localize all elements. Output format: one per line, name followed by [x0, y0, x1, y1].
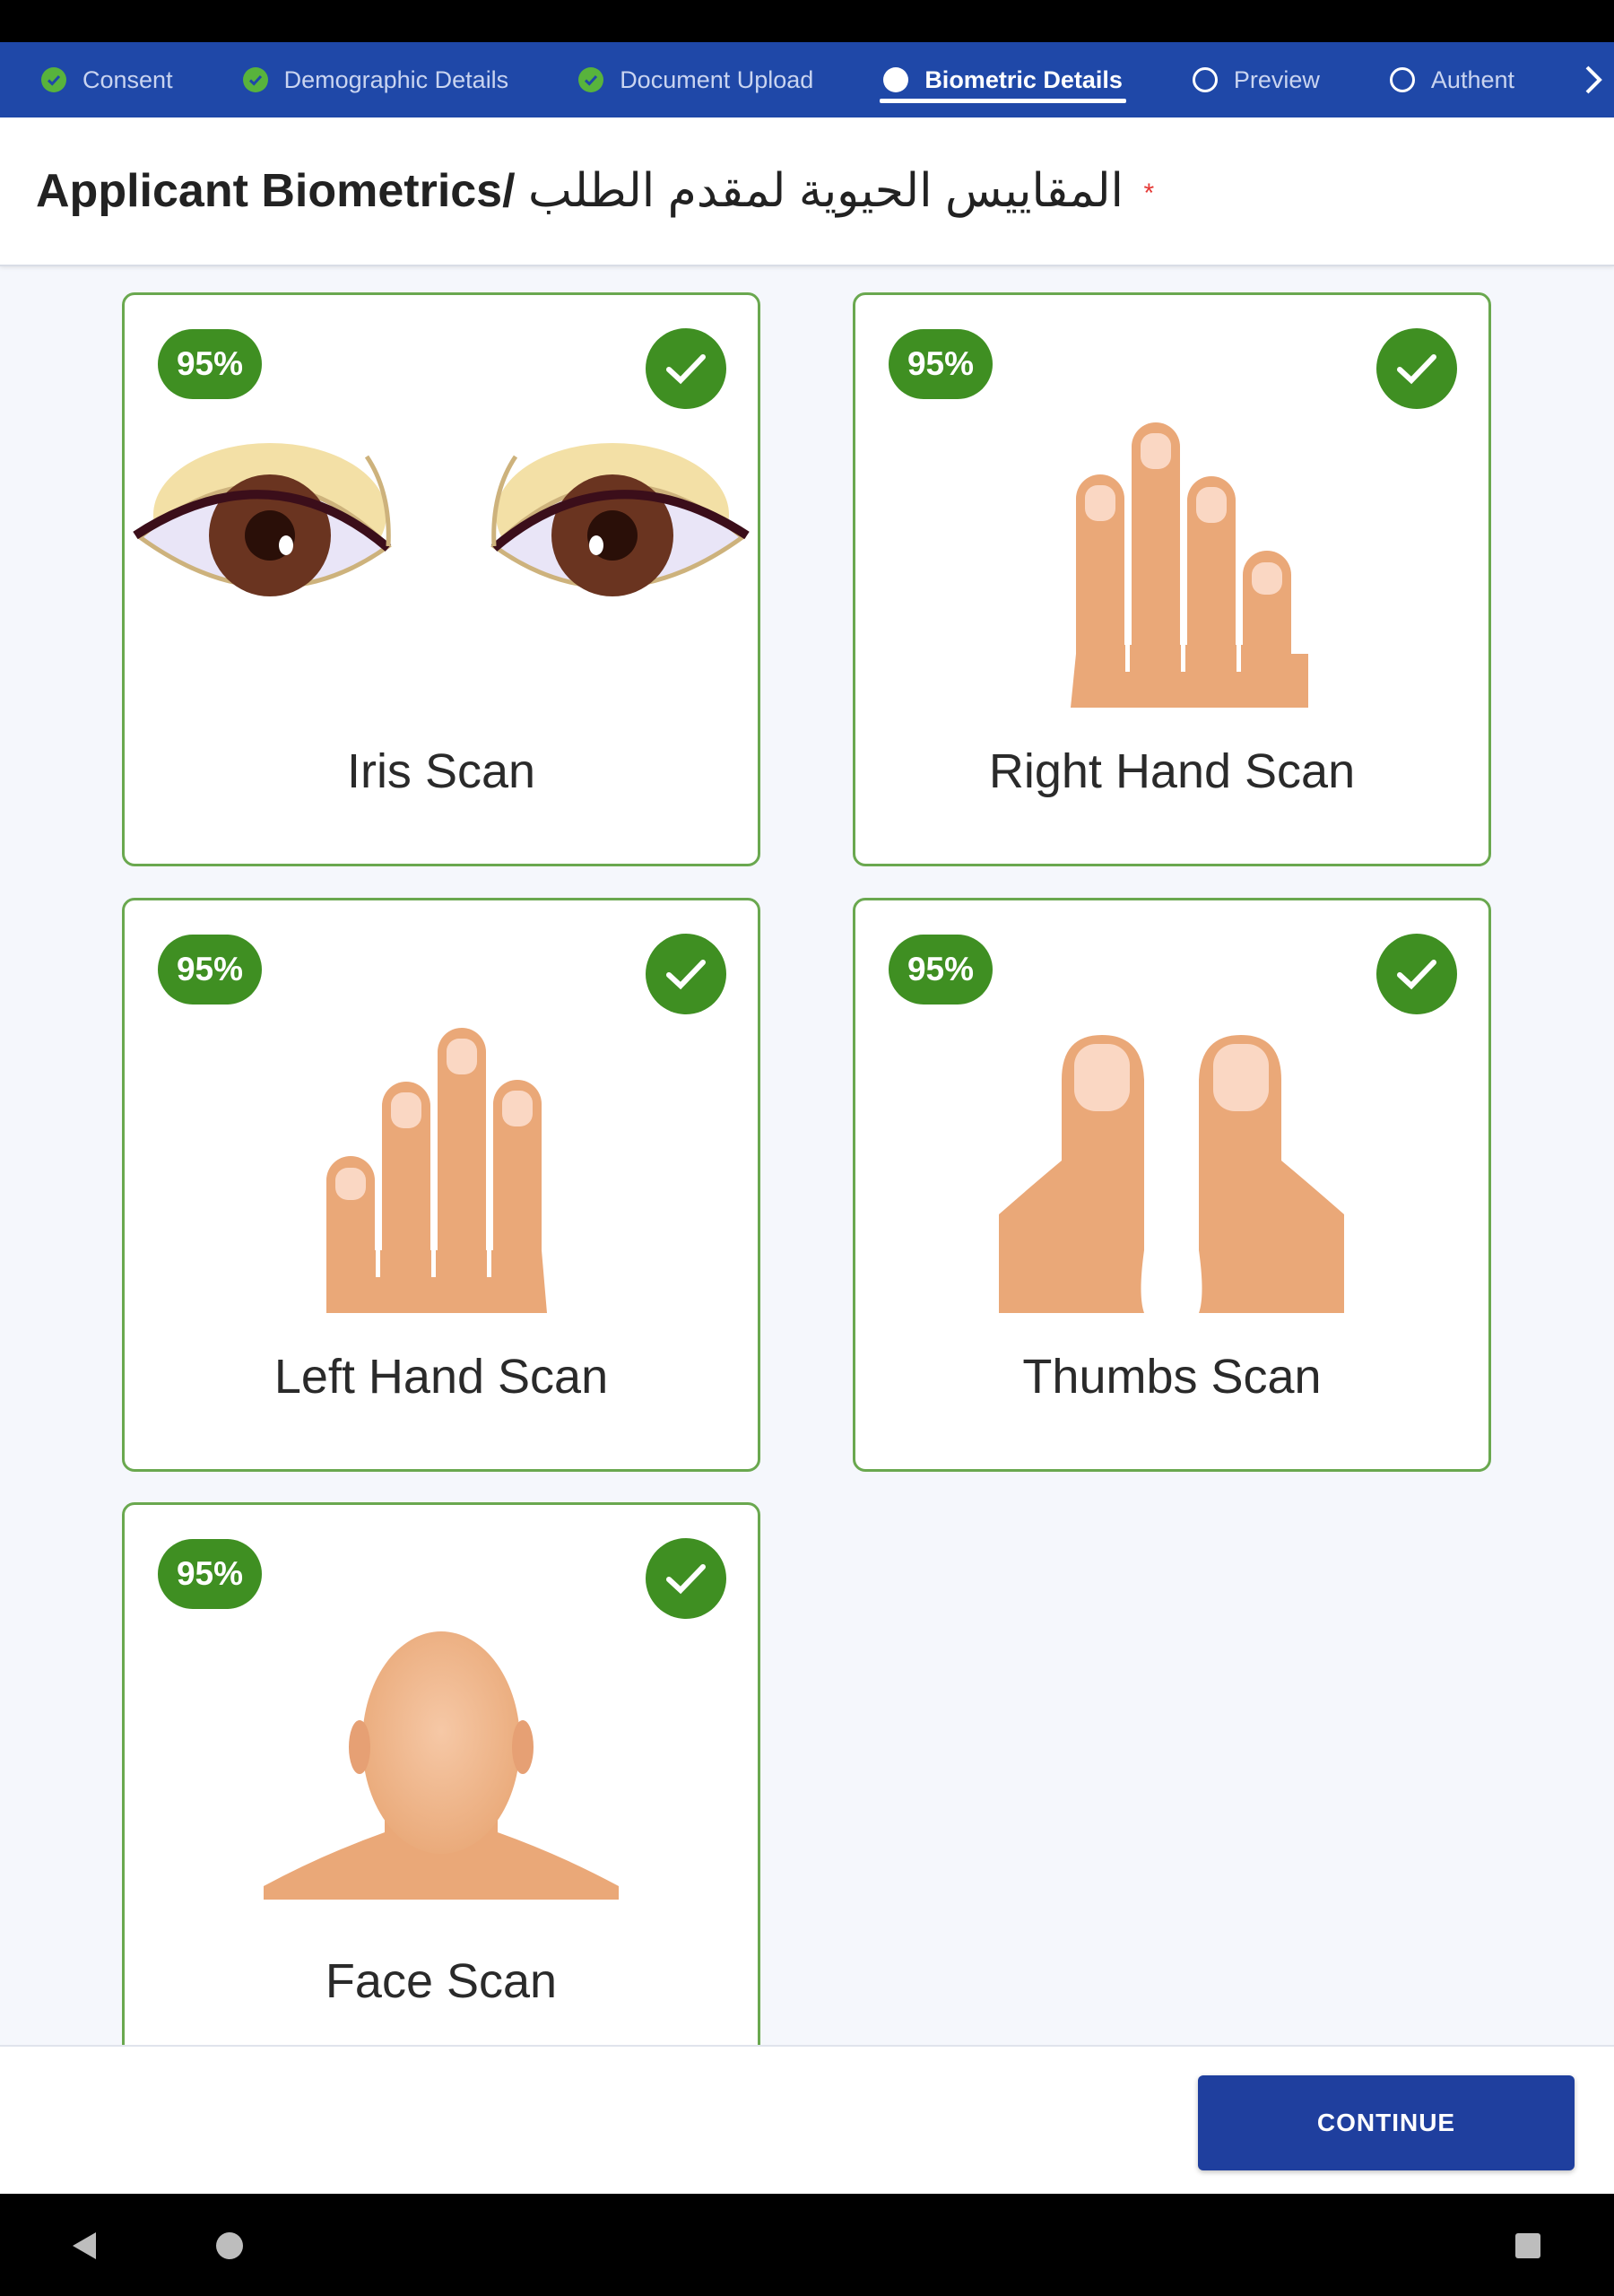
step-demographic-details[interactable]: Demographic Details	[242, 42, 509, 117]
card-label: Right Hand Scan	[988, 744, 1356, 798]
check-icon	[646, 328, 726, 409]
back-icon[interactable]	[59, 2221, 109, 2271]
active-dot-icon	[883, 67, 909, 92]
step-preview[interactable]: Preview	[1192, 42, 1320, 117]
action-bar: CONTINUE	[0, 2045, 1614, 2194]
card-label: Thumbs Scan	[1022, 1350, 1322, 1404]
step-biometric-details[interactable]: Biometric Details	[880, 42, 1126, 117]
recents-icon[interactable]	[1503, 2221, 1553, 2271]
required-mark: *	[1143, 178, 1155, 209]
right-hand-illustration	[1071, 422, 1308, 708]
biometric-grid: 95% Iris Scan 95% Right Hand Scan 95% Le…	[0, 266, 1614, 2045]
quality-badge: 95%	[158, 329, 262, 399]
quality-badge: 95%	[889, 935, 993, 1004]
stepper-nav: Consent Demographic Details Document Upl…	[0, 42, 1614, 117]
iris-scan-card[interactable]: 95% Iris Scan	[122, 292, 760, 866]
quality-badge: 95%	[158, 935, 262, 1004]
status-bar	[0, 0, 1614, 42]
step-label: Biometric Details	[924, 65, 1123, 93]
quality-badge: 95%	[889, 329, 993, 399]
step-authentication[interactable]: Authent	[1389, 42, 1514, 117]
thumbs-scan-card[interactable]: 95% Thumbs Scan	[853, 898, 1491, 1472]
check-icon	[1376, 934, 1457, 1014]
continue-button[interactable]: CONTINUE	[1198, 2075, 1575, 2170]
check-icon	[646, 934, 726, 1014]
left-hand-illustration	[326, 1028, 547, 1313]
card-label: Left Hand Scan	[273, 1350, 609, 1404]
page-title: Applicant Biometrics/ المقاييس الحيوية ل…	[36, 164, 1154, 218]
step-label: Document Upload	[620, 65, 814, 93]
right-hand-scan-card[interactable]: 95% Right Hand Scan	[853, 292, 1491, 866]
check-circle-icon	[41, 67, 66, 92]
chevron-right-icon[interactable]	[1573, 42, 1614, 117]
page-title-en: Applicant Biometrics/	[36, 165, 516, 217]
check-circle-icon	[578, 67, 604, 92]
page-header: Applicant Biometrics/ المقاييس الحيوية ل…	[0, 117, 1614, 266]
home-icon[interactable]	[204, 2221, 255, 2271]
empty-circle-icon	[1389, 67, 1415, 92]
step-label: Preview	[1233, 65, 1320, 93]
card-label: Face Scan	[325, 1954, 558, 2008]
thumbs-illustration	[999, 1035, 1344, 1313]
check-circle-icon	[242, 67, 268, 92]
face-illustration	[264, 1631, 619, 1900]
step-label: Consent	[82, 65, 173, 93]
check-icon	[1376, 328, 1457, 409]
left-hand-scan-card[interactable]: 95% Left Hand Scan	[122, 898, 760, 1472]
step-label: Authent	[1430, 65, 1514, 93]
card-label: Iris Scan	[346, 744, 536, 798]
system-nav-bar	[0, 2194, 1614, 2296]
empty-circle-icon	[1192, 67, 1218, 92]
step-document-upload[interactable]: Document Upload	[578, 42, 813, 117]
step-consent[interactable]: Consent	[41, 42, 173, 117]
face-scan-card[interactable]: 95% Face Scan	[122, 1502, 760, 2045]
step-label: Demographic Details	[283, 65, 509, 93]
eyes-illustration	[133, 443, 750, 596]
page-title-ar: المقاييس الحيوية لمقدم الطلب	[528, 165, 1124, 217]
